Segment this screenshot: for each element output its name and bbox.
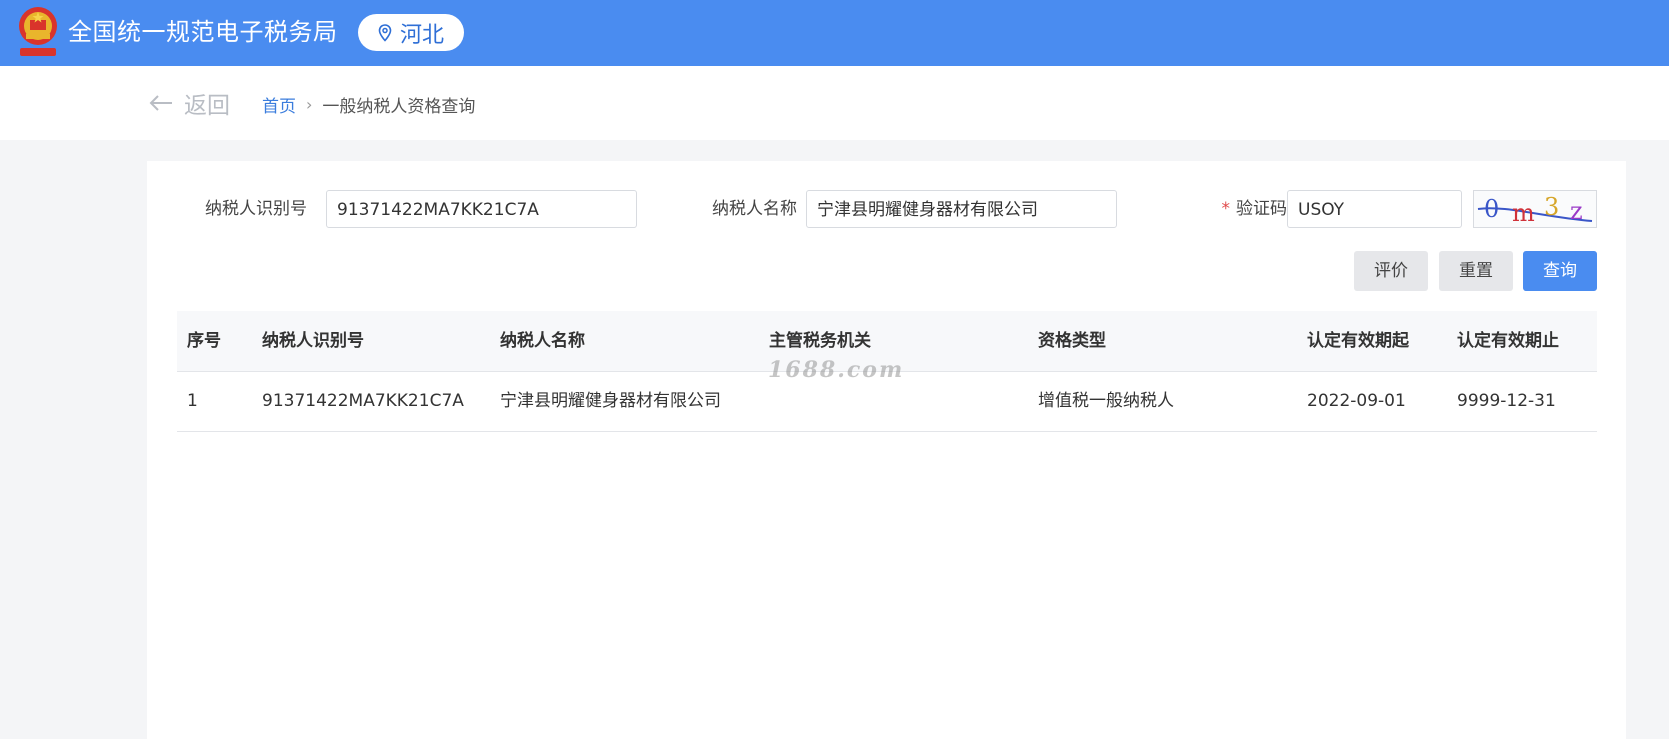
breadcrumb-home-link[interactable]: 首页 bbox=[262, 92, 296, 117]
query-card: 纳税人识别号 91371422MA7KK21C7A 纳税人名称 宁津县明耀健身器… bbox=[147, 161, 1626, 739]
top-header: 全国统一规范电子税务局 河北 bbox=[0, 0, 1669, 66]
header-valid-to: 认定有效期止 bbox=[1457, 331, 1559, 351]
cell-taxpayer-name: 宁津县明耀健身器材有限公司 bbox=[500, 391, 721, 411]
breadcrumb-current: 一般纳税人资格查询 bbox=[322, 97, 476, 117]
header-taxpayer-name: 纳税人名称 bbox=[500, 331, 585, 351]
query-button[interactable]: 查询 bbox=[1523, 251, 1597, 291]
region-label: 河北 bbox=[399, 22, 444, 48]
breadcrumb: 首页 › 一般纳税人资格查询 bbox=[262, 92, 475, 117]
captcha-char-1: 0 bbox=[1484, 195, 1499, 223]
captcha-char-4: z bbox=[1570, 197, 1583, 225]
breadcrumb-bar: 返回 首页 › 一般纳税人资格查询 bbox=[0, 66, 1669, 140]
captcha-char-2: m bbox=[1512, 199, 1535, 227]
cell-index: 1 bbox=[187, 391, 198, 411]
required-mark: * bbox=[1221, 199, 1231, 219]
taxpayer-name-label: 纳税人名称 bbox=[712, 199, 797, 219]
breadcrumb-separator: › bbox=[306, 95, 313, 114]
header-index: 序号 bbox=[187, 331, 221, 351]
region-selector[interactable]: 河北 bbox=[358, 14, 464, 51]
captcha-input[interactable]: USOY bbox=[1287, 190, 1462, 228]
taxpayer-id-input[interactable]: 91371422MA7KK21C7A bbox=[326, 190, 637, 228]
captcha-char-3: 3 bbox=[1544, 193, 1559, 221]
cell-qualification-type: 增值税一般纳税人 bbox=[1038, 391, 1174, 411]
reset-button[interactable]: 重置 bbox=[1439, 251, 1513, 291]
captcha-graphic: 0 m 3 z bbox=[1477, 193, 1593, 227]
cell-valid-from: 2022-09-01 bbox=[1307, 391, 1406, 411]
location-pin-icon bbox=[378, 23, 392, 42]
watermark: 1688.com bbox=[768, 357, 905, 383]
captcha-label-group: * 验证码 bbox=[1187, 189, 1288, 229]
back-label: 返回 bbox=[184, 93, 230, 119]
header-valid-from: 认定有效期起 bbox=[1307, 331, 1409, 351]
taxpayer-name-input[interactable]: 宁津县明耀健身器材有限公司 bbox=[806, 190, 1117, 228]
captcha-image[interactable]: 0 m 3 z bbox=[1473, 190, 1597, 228]
evaluate-button[interactable]: 评价 bbox=[1354, 251, 1428, 291]
header-taxpayer-id: 纳税人识别号 bbox=[262, 331, 364, 351]
national-emblem-icon bbox=[19, 7, 57, 56]
site-title: 全国统一规范电子税务局 bbox=[68, 18, 338, 46]
arrow-left-icon bbox=[149, 95, 172, 111]
header-qualification-type: 资格类型 bbox=[1038, 331, 1106, 351]
cell-valid-to: 9999-12-31 bbox=[1457, 391, 1556, 411]
back-button[interactable]: 返回 bbox=[148, 86, 230, 120]
captcha-label: 验证码 bbox=[1236, 199, 1287, 219]
cell-taxpayer-id: 91371422MA7KK21C7A bbox=[262, 391, 464, 411]
taxpayer-id-label: 纳税人识别号 bbox=[205, 199, 307, 219]
